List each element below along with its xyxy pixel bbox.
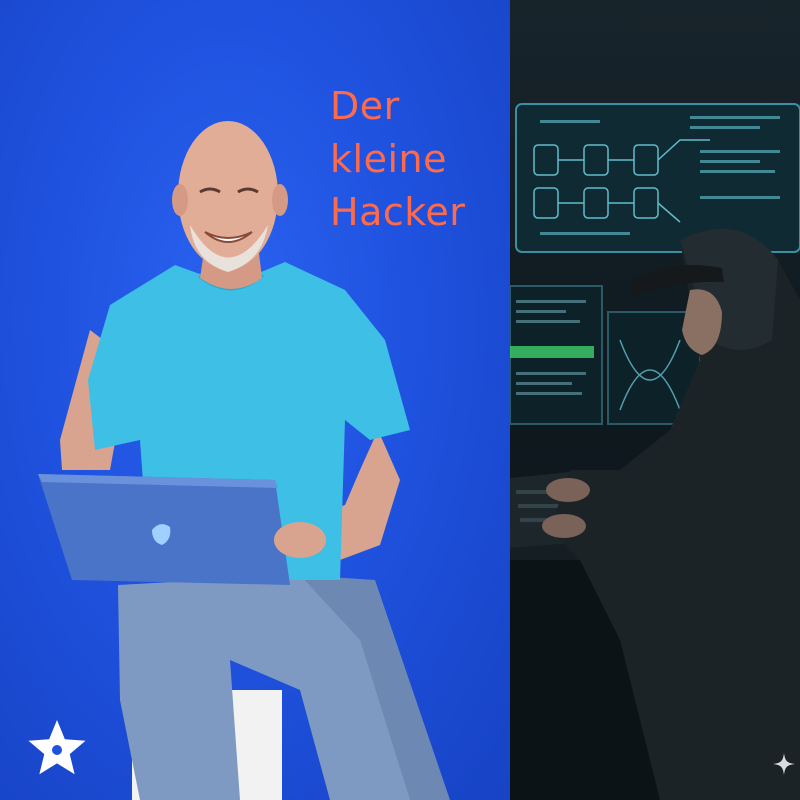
headline: Der kleine Hacker xyxy=(330,80,505,239)
headline-line-1: Der xyxy=(330,84,400,128)
right-photo-panel xyxy=(510,0,800,800)
sparkle-icon xyxy=(772,752,796,776)
headline-line-3: Hacker xyxy=(330,190,466,234)
bald-head xyxy=(178,121,278,269)
hooded-hacker-scene xyxy=(510,103,800,800)
white-star-flower-icon xyxy=(24,716,90,782)
left-photo-panel: Der kleine Hacker xyxy=(0,0,510,800)
composite-image: Der kleine Hacker xyxy=(0,0,800,800)
headline-line-2: kleine xyxy=(330,137,447,181)
